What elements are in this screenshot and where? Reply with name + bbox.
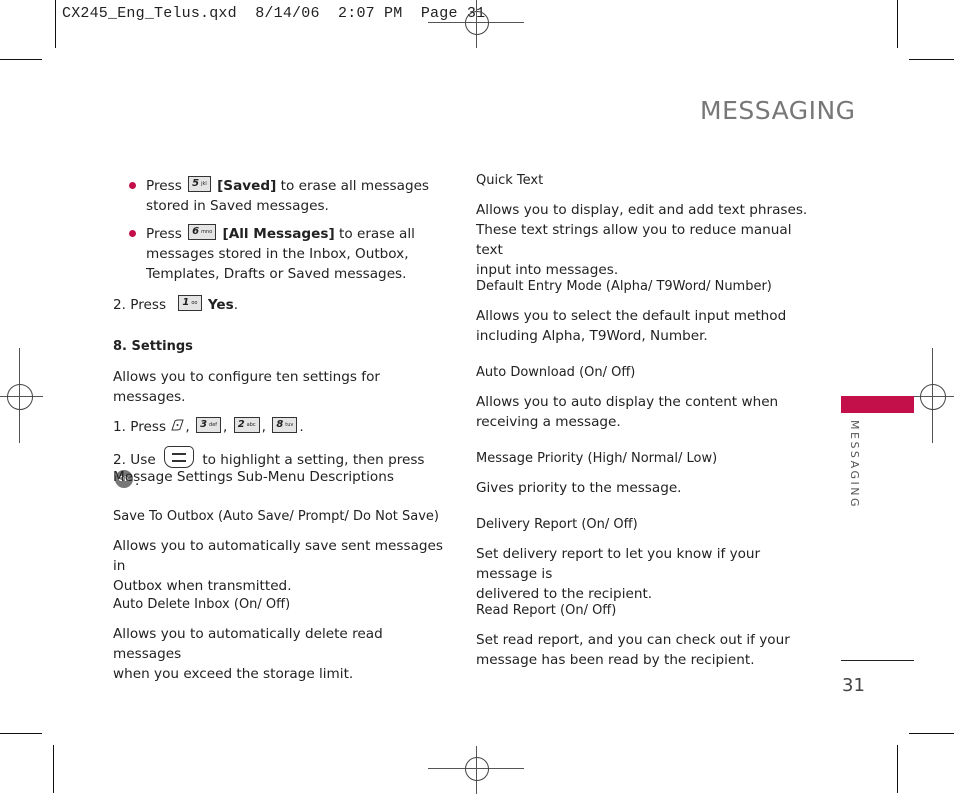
submenu-heading-text: Message Settings Sub-Menu Descriptions [113, 469, 394, 485]
step-text: 1. Press [113, 419, 167, 435]
crop-mark [897, 745, 898, 793]
setting-desc: when you exceed the storage limit. [113, 666, 354, 682]
setting-desc: Outbox when transmitted. [113, 578, 292, 594]
setting-desc: These text strings allow you to reduce m… [476, 222, 792, 258]
bullet-text: to erase all messages [276, 178, 430, 194]
bullet-text: stored in Saved messages. [146, 198, 329, 214]
bullet-text: Templates, Drafts or Saved messages. [146, 266, 407, 282]
crop-mark [897, 0, 898, 48]
punctuation: , [223, 419, 228, 435]
setting-title: Quick Text [476, 173, 544, 188]
crop-mark [909, 59, 954, 60]
setting-desc: receiving a message. [476, 414, 621, 430]
setting-desc: Set read report, and you can check out i… [476, 632, 790, 648]
key-2-icon: 2 abc [233, 417, 260, 433]
section-tab [841, 396, 914, 413]
bullet-text: to erase all [334, 226, 415, 242]
step-text: 2. Press [113, 297, 167, 313]
option-all-messages: [All Messages] [222, 226, 335, 242]
setting-desc: Set delivery report to let you know if y… [476, 546, 761, 582]
crop-mark [0, 59, 42, 60]
setting-save-to-outbox: Save To Outbox (Auto Save/ Prompt/ Do No… [113, 507, 443, 596]
section-desc: Allows you to configure ten settings for… [113, 369, 380, 405]
crop-mark [53, 745, 54, 793]
setting-desc: Allows you to select the default input m… [476, 308, 787, 324]
key-1-icon: 1 oo [178, 295, 202, 311]
setting-desc: including Alpha, T9Word, Number. [476, 328, 708, 344]
page-title: MESSAGING [700, 96, 856, 125]
section-tab-label: MESSAGING [848, 420, 861, 509]
step-text: to highlight a setting, then press [202, 452, 425, 468]
key-3-icon: 3 def [196, 417, 222, 433]
bullet-dot-icon [129, 230, 136, 237]
setting-desc: Allows you to automatically save sent me… [113, 538, 443, 574]
page-number: 31 [842, 675, 865, 696]
navigation-key-icon [164, 446, 195, 468]
press-text: Press [146, 226, 182, 242]
punctuation: , [185, 419, 190, 435]
punctuation: . [299, 419, 304, 435]
setting-message-priority: Message Priority (High/ Normal/ Low) Giv… [476, 449, 816, 498]
bullet-saved: Press 5 jkl [Saved] to erase all messages… [129, 176, 436, 216]
setting-title: Auto Delete Inbox (On/ Off) [113, 597, 291, 612]
left-soft-key-icon [171, 419, 185, 431]
bullet-dot-icon [129, 182, 136, 189]
step-press-yes: 2. Press 1 oo Yes. [113, 295, 433, 315]
crop-mark [0, 733, 42, 734]
punctuation: . [233, 297, 239, 313]
punctuation: , [261, 419, 266, 435]
setting-auto-download: Auto Download (On/ Off) Allows you to au… [476, 363, 816, 432]
setting-title: Read Report (On/ Off) [476, 603, 617, 618]
setting-desc: Allows you to auto display the content w… [476, 394, 779, 410]
press-text: Press [146, 178, 182, 194]
setting-desc: message has been read by the recipient. [476, 652, 755, 668]
print-slug: CX245_Eng_Telus.qxd 8/14/06 2:07 PM Page… [62, 5, 486, 22]
section-heading: 8. Settings [113, 339, 193, 354]
key-8-icon: 8 tuv [272, 417, 298, 433]
key-5-icon: 5 jkl [188, 176, 211, 192]
setting-desc: Allows you to display, edit and add text… [476, 202, 808, 218]
setting-read-report: Read Report (On/ Off) Set read report, a… [476, 601, 816, 670]
setting-title: Save To Outbox (Auto Save/ Prompt/ Do No… [113, 509, 440, 524]
step-text: 2. Use [113, 452, 156, 468]
setting-auto-delete-inbox: Auto Delete Inbox (On/ Off) Allows you t… [113, 595, 443, 684]
bullet-all-messages: Press 6 mno [All Messages] to erase all m… [129, 224, 436, 284]
setting-title: Auto Download (On/ Off) [476, 365, 636, 380]
key-6-icon: 6 mno [188, 224, 217, 240]
page-number-rule [841, 660, 914, 661]
setting-delivery-report: Delivery Report (On/ Off) Set delivery r… [476, 515, 816, 604]
bullet-text: messages stored in the Inbox, Outbox, [146, 246, 409, 262]
option-yes: Yes [207, 297, 234, 313]
submenu-heading: Message Settings Sub-Menu Descriptions [113, 467, 443, 487]
setting-quick-text: Quick Text Allows you to display, edit a… [476, 171, 816, 280]
setting-desc: Allows you to automatically delete read … [113, 626, 383, 662]
crop-mark [55, 0, 56, 48]
setting-title: Default Entry Mode (Alpha/ T9Word/ Numbe… [476, 279, 772, 294]
setting-title: Message Priority (High/ Normal/ Low) [476, 451, 718, 466]
setting-default-entry-mode: Default Entry Mode (Alpha/ T9Word/ Numbe… [476, 277, 816, 346]
crop-mark [909, 733, 954, 734]
setting-desc: Gives priority to the message. [476, 480, 682, 496]
option-saved: [Saved] [217, 178, 277, 194]
setting-title: Delivery Report (On/ Off) [476, 517, 638, 532]
